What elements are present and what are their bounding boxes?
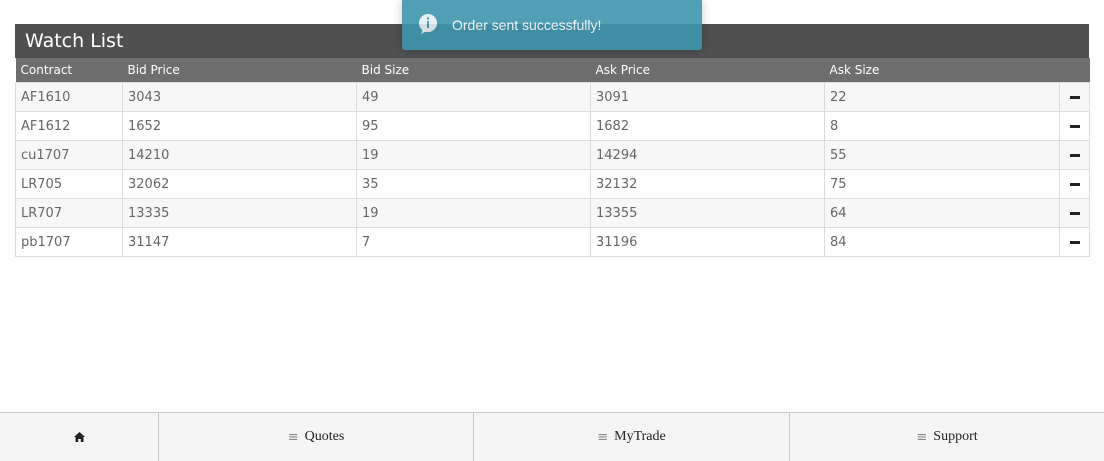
cell-bid-size: 7: [356, 227, 591, 257]
nav-support-label: Support: [933, 429, 978, 444]
cell-ask-price: 32132: [590, 169, 825, 199]
column-header-ask-size[interactable]: Ask Size: [824, 58, 1060, 83]
column-header-action: [1059, 58, 1090, 83]
table-row[interactable]: cu1707 14210 19 14294 55: [15, 140, 1090, 170]
table-row[interactable]: AF1610 3043 49 3091 22: [15, 82, 1090, 112]
remove-row-button[interactable]: [1059, 169, 1090, 199]
menu-icon: ≡: [287, 429, 299, 445]
cell-ask-size: 84: [824, 227, 1060, 257]
table-header-row: Contract Bid Price Bid Size Ask Price As…: [15, 58, 1090, 83]
cell-ask-price: 3091: [590, 82, 825, 112]
table-row[interactable]: pb1707 31147 7 31196 84: [15, 227, 1090, 257]
success-toast[interactable]: Order sent successfully!: [402, 0, 702, 50]
minus-icon[interactable]: [1069, 240, 1080, 244]
minus-icon[interactable]: [1069, 153, 1080, 157]
cell-contract: AF1610: [15, 82, 123, 112]
menu-icon: ≡: [597, 429, 609, 445]
cell-contract: AF1612: [15, 111, 123, 141]
table-row[interactable]: AF1612 1652 95 1682 8: [15, 111, 1090, 141]
table-row[interactable]: LR705 32062 35 32132 75: [15, 169, 1090, 199]
cell-bid-price: 31147: [122, 227, 357, 257]
bottom-nav-bar: ≡ Quotes ≡ MyTrade ≡ Support: [0, 412, 1104, 461]
remove-row-button[interactable]: [1059, 140, 1090, 170]
remove-row-button[interactable]: [1059, 82, 1090, 112]
cell-ask-size: 75: [824, 169, 1060, 199]
watch-list-panel: Watch List Contract Bid Price Bid Size A…: [15, 24, 1090, 257]
remove-row-button[interactable]: [1059, 198, 1090, 228]
cell-ask-price: 14294: [590, 140, 825, 170]
cell-bid-size: 19: [356, 198, 591, 228]
toast-message: Order sent successfully!: [452, 17, 602, 33]
cell-bid-price: 13335: [122, 198, 357, 228]
cell-bid-price: 1652: [122, 111, 357, 141]
watch-list-table: Contract Bid Price Bid Size Ask Price As…: [15, 58, 1090, 257]
menu-icon: ≡: [916, 429, 928, 445]
home-icon: [73, 432, 85, 442]
cell-bid-size: 49: [356, 82, 591, 112]
cell-ask-price: 31196: [590, 227, 825, 257]
column-header-bid-size[interactable]: Bid Size: [356, 58, 591, 83]
cell-bid-size: 95: [356, 111, 591, 141]
cell-bid-price: 32062: [122, 169, 357, 199]
column-header-ask-price[interactable]: Ask Price: [590, 58, 825, 83]
cell-contract: cu1707: [15, 140, 123, 170]
cell-bid-price: 14210: [122, 140, 357, 170]
cell-bid-price: 3043: [122, 82, 357, 112]
cell-bid-size: 19: [356, 140, 591, 170]
nav-quotes-label: Quotes: [304, 429, 345, 444]
cell-ask-size: 55: [824, 140, 1060, 170]
cell-ask-size: 8: [824, 111, 1060, 141]
minus-icon[interactable]: [1069, 124, 1080, 128]
nav-mytrade[interactable]: ≡ MyTrade: [474, 413, 790, 461]
cell-ask-price: 13355: [590, 198, 825, 228]
minus-icon[interactable]: [1069, 211, 1080, 215]
minus-icon[interactable]: [1069, 95, 1080, 99]
cell-contract: LR705: [15, 169, 123, 199]
table-row[interactable]: LR707 13335 19 13355 64: [15, 198, 1090, 228]
cell-bid-size: 35: [356, 169, 591, 199]
nav-mytrade-label: MyTrade: [614, 429, 666, 444]
cell-ask-price: 1682: [590, 111, 825, 141]
nav-support[interactable]: ≡ Support: [790, 413, 1104, 461]
column-header-contract[interactable]: Contract: [15, 58, 123, 83]
column-header-bid-price[interactable]: Bid Price: [122, 58, 357, 83]
cell-ask-size: 22: [824, 82, 1060, 112]
nav-quotes[interactable]: ≡ Quotes: [159, 413, 474, 461]
remove-row-button[interactable]: [1059, 227, 1090, 257]
info-bubble-icon: [419, 14, 437, 34]
cell-ask-size: 64: [824, 198, 1060, 228]
nav-home[interactable]: [0, 413, 159, 461]
remove-row-button[interactable]: [1059, 111, 1090, 141]
minus-icon[interactable]: [1069, 182, 1080, 186]
cell-contract: pb1707: [15, 227, 123, 257]
cell-contract: LR707: [15, 198, 123, 228]
